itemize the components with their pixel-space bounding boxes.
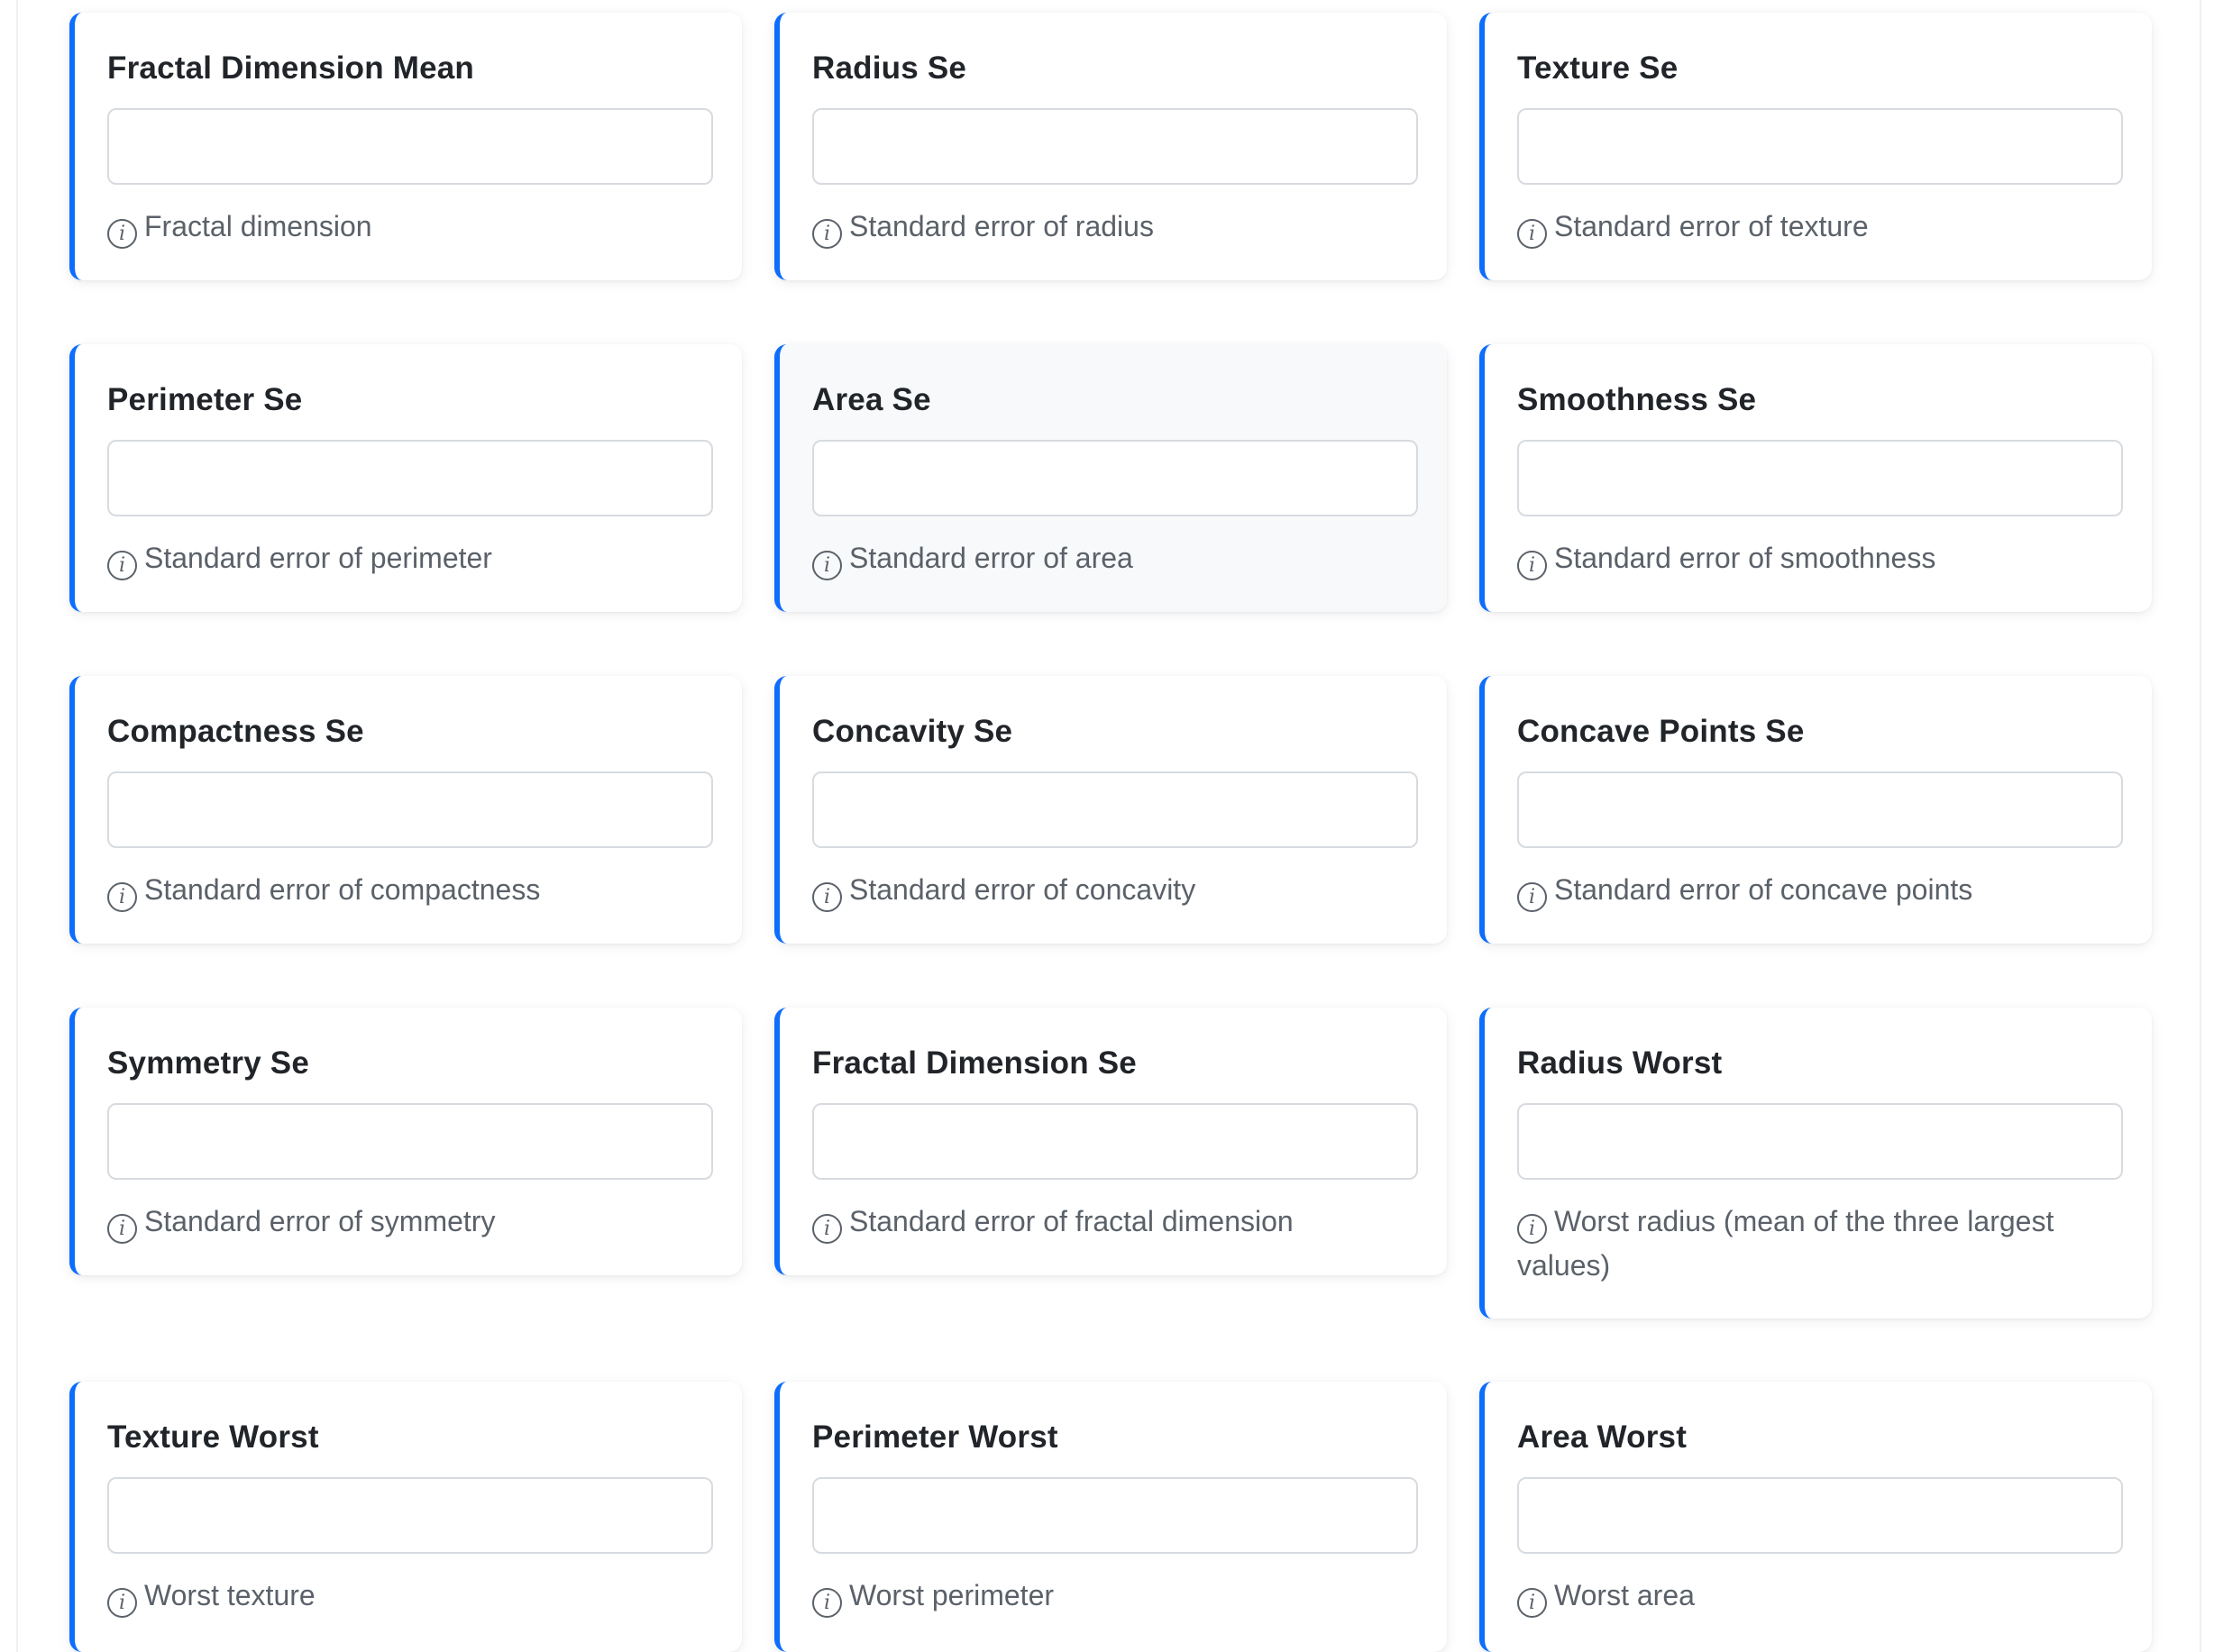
info-icon: i (1517, 219, 1547, 249)
field-help-text: i Worst radius (mean of the three largest… (1517, 1200, 2121, 1287)
help-text: Standard error of smoothness (1554, 542, 1936, 574)
info-icon: i (1517, 551, 1547, 580)
field-help-text: i Standard error of texture (1517, 205, 2121, 249)
radius-worst-input[interactable] (1517, 1103, 2123, 1180)
field-help-text: i Standard error of symmetry (107, 1200, 711, 1244)
field-help-text: i Standard error of concave points (1517, 868, 2121, 912)
help-text: Worst perimeter (849, 1579, 1055, 1611)
info-icon: i (812, 551, 842, 580)
field-card-concavity-se: Concavity Se i Standard error of concavit… (774, 676, 1447, 944)
info-icon: i (1517, 882, 1547, 912)
help-text: Standard error of perimeter (144, 542, 492, 574)
field-help-text: i Fractal dimension (107, 205, 711, 249)
field-label: Radius Se (812, 50, 967, 86)
field-help-text: i Standard error of compactness (107, 868, 711, 912)
smoothness-se-input[interactable] (1517, 440, 2123, 516)
field-card-area-worst: Area Worst i Worst area (1479, 1382, 2152, 1652)
container-border-left (16, 0, 18, 1652)
field-label: Texture Worst (107, 1419, 319, 1455)
field-label: Fractal Dimension Se (812, 1045, 1137, 1081)
field-help-text: i Worst texture (107, 1574, 711, 1618)
field-card-radius-se: Radius Se i Standard error of radius (774, 13, 1447, 280)
field-help-text: i Worst perimeter (812, 1574, 1416, 1618)
info-icon: i (107, 1214, 137, 1244)
field-label: Concavity Se (812, 714, 1013, 749)
field-label: Area Worst (1517, 1419, 1688, 1455)
radius-se-input[interactable] (812, 108, 1418, 185)
help-text: Standard error of concave points (1554, 873, 1973, 906)
field-card-perimeter-se: Perimeter Se i Standard error of perimete… (69, 344, 742, 612)
texture-se-input[interactable] (1517, 108, 2123, 185)
info-icon: i (107, 219, 137, 249)
help-text: Standard error of radius (849, 210, 1154, 242)
field-card-texture-worst: Texture Worst i Worst texture (69, 1382, 742, 1652)
field-help-text: i Standard error of fractal dimension (812, 1200, 1416, 1244)
field-label: Area Se (812, 382, 931, 417)
field-label: Radius Worst (1517, 1045, 1723, 1081)
fractal-dimension-mean-input[interactable] (107, 108, 713, 185)
fractal-dimension-se-input[interactable] (812, 1103, 1418, 1180)
field-card-fractal-dimension-mean: Fractal Dimension Mean i Fractal dimensio… (69, 13, 742, 280)
field-card-concave-points-se: Concave Points Se i Standard error of con… (1479, 676, 2152, 944)
field-label: Fractal Dimension Mean (107, 50, 475, 86)
field-card-symmetry-se: Symmetry Se i Standard error of symmetry (69, 1008, 742, 1275)
help-text: Standard error of fractal dimension (849, 1205, 1294, 1237)
help-text: Worst radius (mean of the three largest … (1517, 1205, 2054, 1282)
concave-points-se-input[interactable] (1517, 771, 2123, 848)
info-icon: i (812, 1214, 842, 1244)
info-icon: i (812, 219, 842, 249)
help-text: Worst texture (144, 1579, 316, 1611)
field-help-text: i Standard error of radius (812, 205, 1416, 249)
field-help-text: i Worst area (1517, 1574, 2121, 1618)
field-help-text: i Standard error of area (812, 536, 1416, 580)
field-label: Perimeter Worst (812, 1419, 1058, 1455)
symmetry-se-input[interactable] (107, 1103, 713, 1180)
info-icon: i (1517, 1588, 1547, 1618)
field-help-text: i Standard error of concavity (812, 868, 1416, 912)
help-text: Standard error of compactness (144, 873, 541, 906)
field-card-texture-se: Texture Se i Standard error of texture (1479, 13, 2152, 280)
perimeter-worst-input[interactable] (812, 1477, 1418, 1554)
container-border-right (2200, 0, 2201, 1652)
field-card-smoothness-se: Smoothness Se i Standard error of smoothn… (1479, 344, 2152, 612)
info-icon: i (812, 882, 842, 912)
info-icon: i (812, 1588, 842, 1618)
help-text: Standard error of concavity (849, 873, 1196, 906)
field-card-radius-worst: Radius Worst i Worst radius (mean of the … (1479, 1008, 2152, 1319)
page: Fractal Dimension Mean i Fractal dimensio… (0, 0, 2214, 1652)
field-label: Smoothness Se (1517, 382, 1757, 417)
area-se-input[interactable] (812, 440, 1418, 516)
help-text: Fractal dimension (144, 210, 372, 242)
help-text: Standard error of symmetry (144, 1205, 496, 1237)
field-card-compactness-se: Compactness Se i Standard error of compac… (69, 676, 742, 944)
field-label: Concave Points Se (1517, 714, 1805, 749)
field-label: Perimeter Se (107, 382, 303, 417)
perimeter-se-input[interactable] (107, 440, 713, 516)
info-icon: i (107, 551, 137, 580)
field-card-fractal-dimension-se: Fractal Dimension Se i Standard error of … (774, 1008, 1447, 1275)
help-text: Standard error of texture (1554, 210, 1869, 242)
field-label: Symmetry Se (107, 1045, 309, 1081)
field-card-perimeter-worst: Perimeter Worst i Worst perimeter (774, 1382, 1447, 1652)
field-label: Compactness Se (107, 714, 364, 749)
info-icon: i (107, 1588, 137, 1618)
info-icon: i (1517, 1214, 1547, 1244)
field-label: Texture Se (1517, 50, 1679, 86)
concavity-se-input[interactable] (812, 771, 1418, 848)
compactness-se-input[interactable] (107, 771, 713, 848)
field-help-text: i Standard error of smoothness (1517, 536, 2121, 580)
texture-worst-input[interactable] (107, 1477, 713, 1554)
field-help-text: i Standard error of perimeter (107, 536, 711, 580)
field-card-area-se: Area Se i Standard error of area (774, 344, 1447, 612)
help-text: Standard error of area (849, 542, 1133, 574)
info-icon: i (107, 882, 137, 912)
area-worst-input[interactable] (1517, 1477, 2123, 1554)
help-text: Worst area (1554, 1579, 1695, 1611)
